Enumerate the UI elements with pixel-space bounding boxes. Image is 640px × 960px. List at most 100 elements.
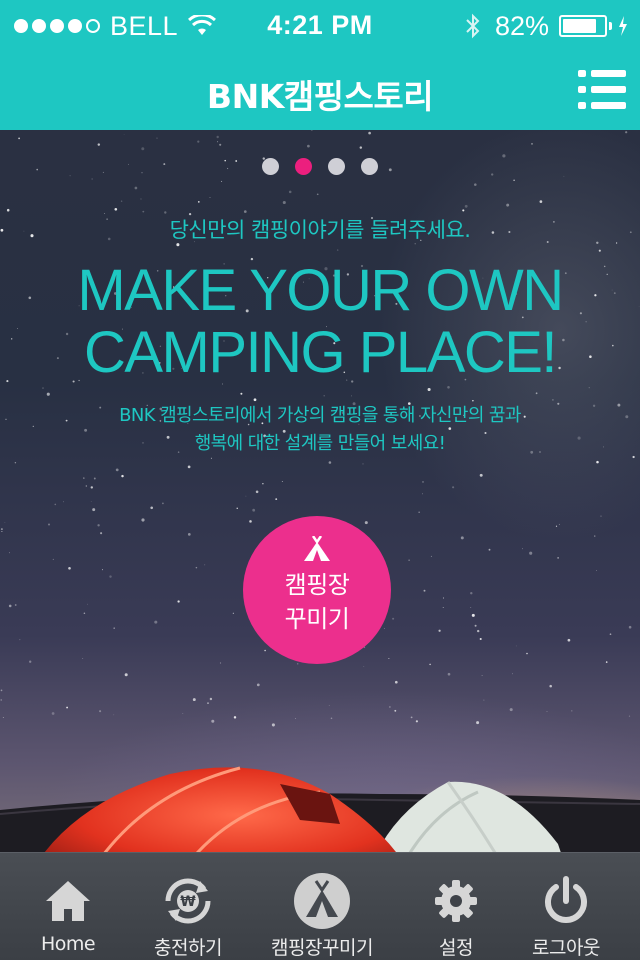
star	[19, 639, 21, 641]
star	[364, 521, 368, 525]
carousel-page-dot[interactable]	[328, 158, 345, 175]
star	[177, 600, 180, 603]
star	[0, 699, 2, 701]
star	[0, 528, 3, 531]
star	[82, 658, 84, 659]
star	[296, 663, 299, 665]
star	[0, 689, 3, 692]
star	[113, 627, 115, 629]
battery-percent: 82%	[494, 10, 549, 41]
star	[526, 652, 528, 655]
star	[281, 481, 283, 482]
star	[187, 465, 191, 469]
tab-settings[interactable]: 설정	[396, 853, 516, 960]
star	[388, 658, 390, 659]
svg-text:₩: ₩	[180, 894, 196, 910]
hero-description-line2: 행복에 대한 설계를 만들어 보세요!	[194, 433, 446, 454]
star	[336, 249, 339, 251]
star	[109, 575, 112, 578]
star	[598, 249, 601, 252]
star	[522, 548, 524, 550]
star	[114, 207, 118, 211]
star	[429, 663, 431, 666]
star	[46, 392, 50, 396]
star	[394, 709, 397, 712]
star	[316, 193, 319, 196]
tab-camp-decorate[interactable]: 캠핑장꾸미기	[258, 853, 386, 960]
tab-charge[interactable]: ₩ 충전하기	[128, 853, 248, 960]
star	[121, 474, 124, 478]
star	[447, 386, 450, 389]
star	[253, 398, 257, 402]
star	[328, 461, 332, 464]
star	[240, 392, 243, 395]
bluetooth-icon	[466, 13, 480, 39]
star	[154, 620, 158, 624]
star	[628, 625, 632, 629]
hero-banner[interactable]: 당신만의 캠핑이야기를 들려주세요. MAKE YOUR OWN CAMPING…	[0, 130, 640, 852]
star	[142, 210, 145, 213]
tab-settings-label: 설정	[439, 937, 473, 959]
star	[423, 589, 426, 592]
star	[549, 684, 552, 688]
status-right: 82%	[465, 10, 628, 42]
star	[141, 518, 145, 522]
star	[99, 710, 102, 713]
star	[415, 720, 418, 723]
hero-headline: MAKE YOUR OWN CAMPING PLACE!	[0, 260, 640, 384]
star	[515, 645, 517, 647]
star	[422, 480, 424, 483]
star	[418, 511, 420, 513]
star	[236, 507, 238, 509]
tab-logout[interactable]: 로그아웃	[506, 853, 626, 960]
star	[555, 525, 558, 527]
star	[102, 569, 103, 571]
star	[209, 697, 213, 701]
star	[115, 468, 119, 472]
star	[557, 557, 559, 559]
star	[48, 523, 50, 526]
star	[97, 524, 100, 527]
star	[1, 530, 3, 533]
star	[362, 463, 364, 465]
star	[438, 629, 441, 632]
star	[474, 624, 477, 627]
star	[86, 603, 89, 605]
list-menu-icon[interactable]	[578, 68, 626, 112]
star	[558, 523, 560, 526]
star	[594, 535, 596, 537]
star	[211, 719, 215, 723]
star	[97, 143, 101, 146]
star	[625, 131, 628, 134]
tent-icon	[304, 536, 330, 561]
carousel-page-dot[interactable]	[361, 158, 378, 175]
star	[488, 548, 491, 551]
star	[462, 209, 465, 212]
star	[68, 566, 71, 570]
page-title: BNK캠핑스토리	[206, 77, 434, 116]
star	[6, 208, 10, 212]
star	[255, 490, 259, 494]
star	[91, 178, 93, 180]
star	[124, 673, 128, 677]
carousel-page-dot[interactable]	[295, 158, 312, 175]
carousel-page-dot[interactable]	[262, 158, 279, 175]
star	[529, 551, 533, 555]
star	[481, 675, 483, 676]
camp-decorate-label-line2: 꾸미기	[284, 605, 350, 633]
star	[8, 604, 12, 608]
camp-decorate-button[interactable]: 캠핑장 꾸미기	[243, 516, 391, 664]
star	[243, 210, 247, 213]
tab-home[interactable]: Home	[8, 853, 128, 960]
star	[249, 520, 252, 523]
power-icon	[545, 876, 587, 923]
star	[307, 144, 310, 148]
star	[197, 140, 200, 143]
star	[52, 558, 54, 560]
carousel-pager	[0, 158, 640, 175]
star	[552, 399, 554, 401]
bottom-tab-bar: Home ₩ 충전하기 캠핑장꾸미기 설정 로그아웃	[0, 852, 640, 960]
star	[204, 564, 206, 566]
won-refresh-icon: ₩	[165, 878, 211, 924]
star	[282, 200, 286, 205]
